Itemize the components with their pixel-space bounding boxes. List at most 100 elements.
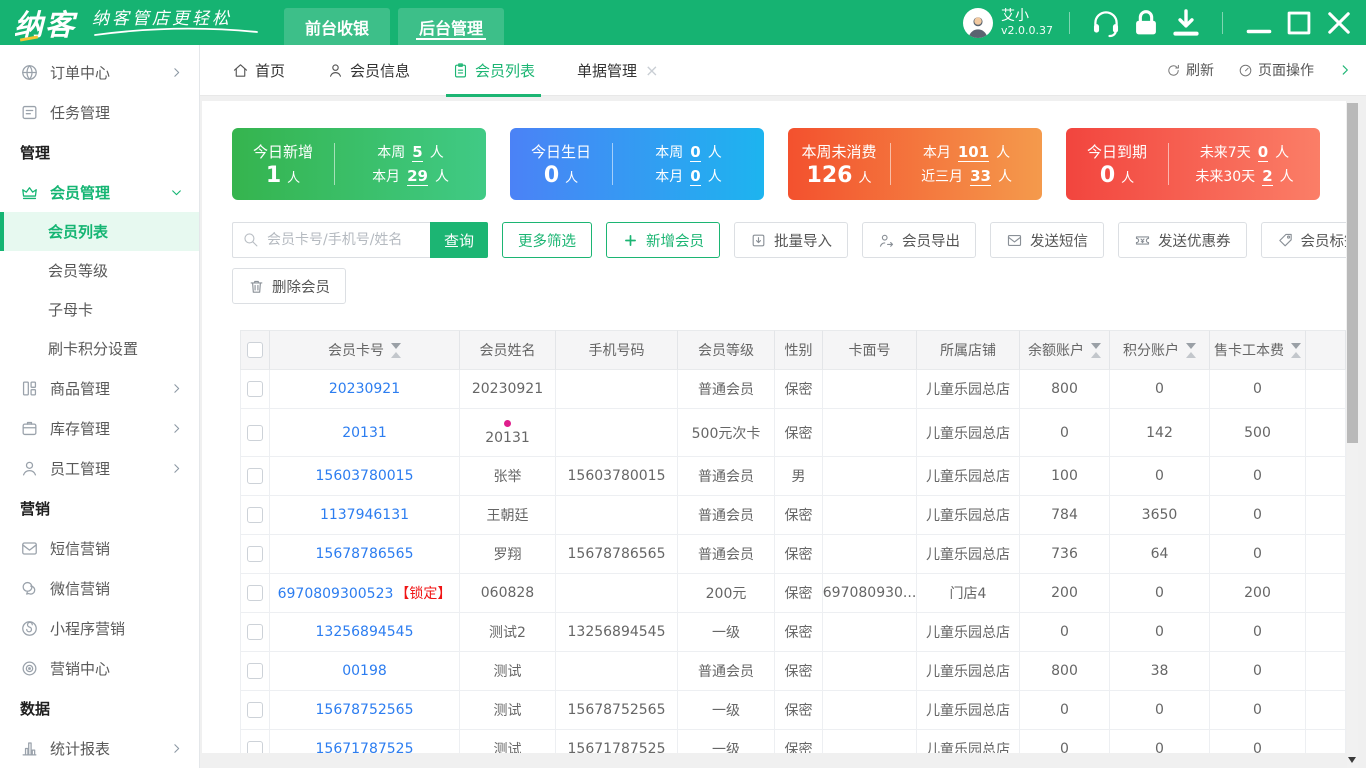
stat-detail-value[interactable]: 5: [412, 143, 423, 162]
sidebar-item-member-management[interactable]: 会员管理: [0, 172, 199, 212]
close-window-button[interactable]: [1322, 6, 1356, 40]
stat-detail-value[interactable]: 0: [1257, 143, 1269, 162]
stat-detail-value[interactable]: 101: [957, 143, 990, 162]
row-checkbox[interactable]: [247, 585, 263, 601]
member-card-link[interactable]: 6970809300523: [278, 586, 394, 602]
send-coupon-button[interactable]: 发送优惠券: [1118, 222, 1247, 258]
lock-button[interactable]: [1129, 6, 1163, 40]
search-input[interactable]: [232, 222, 430, 258]
col-header-balance[interactable]: 余额账户: [1020, 330, 1110, 370]
row-checkbox[interactable]: [247, 741, 263, 753]
sidebar-item-marketing-center[interactable]: 营销中心: [0, 648, 199, 688]
stat-detail-value[interactable]: 29: [407, 167, 428, 186]
row-checkbox[interactable]: [247, 507, 263, 523]
sidebar-item-parent-child-card[interactable]: 子母卡: [0, 290, 199, 329]
chevron-right-icon: [170, 742, 183, 755]
sidebar-item-member-level[interactable]: 会员等级: [0, 251, 199, 290]
tab-home[interactable]: 首页: [232, 45, 285, 96]
tab-member-info[interactable]: 会员信息: [327, 45, 410, 96]
sidebar-item-sms-marketing[interactable]: 短信营销: [0, 528, 199, 568]
stat-detail-value[interactable]: 2: [1262, 167, 1273, 186]
stat-value: 0: [543, 162, 560, 188]
more-filter-button[interactable]: 更多筛选: [502, 222, 592, 258]
sidebar-item-task-management[interactable]: 任务管理: [0, 92, 199, 132]
sidebar-item-product-management[interactable]: 商品管理: [0, 368, 199, 408]
col-header-card-fee[interactable]: 售卡工本费: [1210, 330, 1306, 370]
add-member-button[interactable]: 新增会员: [606, 222, 720, 258]
stat-card-week-no-consume: 本周未消费 126 人 本月 101 人近三月 33 人: [788, 128, 1042, 200]
download-button[interactable]: [1169, 6, 1203, 40]
cell-points: 0: [1155, 702, 1164, 718]
stat-detail-value[interactable]: 0: [690, 167, 701, 186]
batch-import-button[interactable]: 批量导入: [734, 222, 848, 258]
search-button[interactable]: 查询: [430, 222, 488, 258]
member-tag-button[interactable]: 会员标签: [1260, 222, 1346, 258]
sidebar-item-inventory-management[interactable]: 库存管理: [0, 408, 199, 448]
minimize-button[interactable]: [1242, 6, 1276, 40]
cell-phone: 15671787525: [567, 741, 666, 753]
maximize-button[interactable]: [1282, 6, 1316, 40]
stat-detail-value[interactable]: 33: [970, 167, 991, 186]
member-card-link[interactable]: 13256894545: [316, 624, 414, 640]
sidebar-item-label: 小程序营销: [50, 619, 126, 638]
stat-detail: 本周 5 人: [377, 143, 444, 162]
cell-level: 普通会员: [698, 508, 754, 524]
send-sms-button[interactable]: 发送短信: [990, 222, 1104, 258]
sidebar-item-card-points-setting[interactable]: 刷卡积分设置: [0, 329, 199, 368]
row-checkbox[interactable]: [247, 546, 263, 562]
scrollbar-thumb[interactable]: [1347, 103, 1358, 443]
refresh-label: 刷新: [1186, 63, 1214, 79]
stat-detail-value[interactable]: 0: [690, 143, 701, 162]
sort-icon[interactable]: [1091, 342, 1101, 358]
select-all-checkbox[interactable]: [247, 342, 263, 358]
tab-close-icon[interactable]: ×: [645, 61, 658, 80]
member-card-link[interactable]: 15678752565: [316, 702, 414, 718]
row-checkbox[interactable]: [247, 381, 263, 397]
sort-icon[interactable]: [391, 342, 401, 358]
row-checkbox[interactable]: [247, 702, 263, 718]
scroll-down-arrow-icon[interactable]: [1348, 757, 1356, 763]
sidebar-item-wechat-marketing[interactable]: 微信营销: [0, 568, 199, 608]
sidebar-item-label: 订单中心: [50, 63, 111, 82]
col-header-card-no[interactable]: 会员卡号: [270, 330, 460, 370]
stat-detail: 未来30天 2 人: [1195, 167, 1294, 186]
nav-tab-front-cashier[interactable]: 前台收银: [284, 8, 391, 45]
support-button[interactable]: [1089, 6, 1123, 40]
table-body: 20230921 20230921 普通会员 保密 儿童乐园总店 800 0 0 20131 20…: [240, 370, 1346, 753]
sidebar-item-staff-management[interactable]: 员工管理: [0, 448, 199, 488]
member-card-link[interactable]: 20230921: [329, 381, 400, 397]
cell-level: 200元: [705, 586, 747, 602]
member-name: 张举: [493, 469, 522, 485]
member-card-link[interactable]: 15603780015: [316, 468, 414, 484]
row-checkbox[interactable]: [247, 624, 263, 640]
cell-store: 儿童乐园总店: [926, 664, 1010, 680]
member-card-link[interactable]: 00198: [342, 663, 387, 679]
sidebar-item-miniprogram-marketing[interactable]: 小程序营销: [0, 608, 199, 648]
member-card-link[interactable]: 15678786565: [316, 546, 414, 562]
tab-document-management[interactable]: 单据管理 ×: [577, 45, 658, 96]
chevron-down-icon: [170, 186, 183, 199]
page-ops-button[interactable]: 页面操作: [1238, 60, 1314, 80]
sort-icon[interactable]: [1186, 342, 1196, 358]
member-card-link[interactable]: 15671787525: [316, 741, 414, 753]
sidebar-item-order-center[interactable]: 订单中心: [0, 52, 199, 92]
sidebar-item-statistics-report[interactable]: 统计报表: [0, 728, 199, 768]
vertical-scrollbar[interactable]: [1347, 101, 1358, 768]
sort-icon[interactable]: [1291, 342, 1301, 358]
row-checkbox[interactable]: [247, 468, 263, 484]
col-header-points[interactable]: 积分账户: [1110, 330, 1210, 370]
sidebar-item-member-list[interactable]: 会员列表: [0, 212, 199, 251]
member-card-link[interactable]: 1137946131: [320, 507, 409, 523]
titlebar-divider: [1069, 11, 1070, 34]
member-export-button[interactable]: 会员导出: [862, 222, 976, 258]
delete-member-button[interactable]: 删除会员: [232, 268, 346, 304]
member-card-link[interactable]: 20131: [342, 425, 387, 441]
user-info[interactable]: 艾小 v2.0.0.37: [963, 7, 1053, 38]
tab-member-list[interactable]: 会员列表: [446, 45, 542, 97]
stat-unit: 人: [287, 170, 301, 186]
nav-tab-backend-management[interactable]: 后台管理: [398, 8, 505, 45]
page-ops-expand-icon[interactable]: [1338, 63, 1352, 77]
refresh-button[interactable]: 刷新: [1166, 60, 1214, 80]
row-checkbox[interactable]: [247, 663, 263, 679]
row-checkbox[interactable]: [247, 424, 263, 441]
